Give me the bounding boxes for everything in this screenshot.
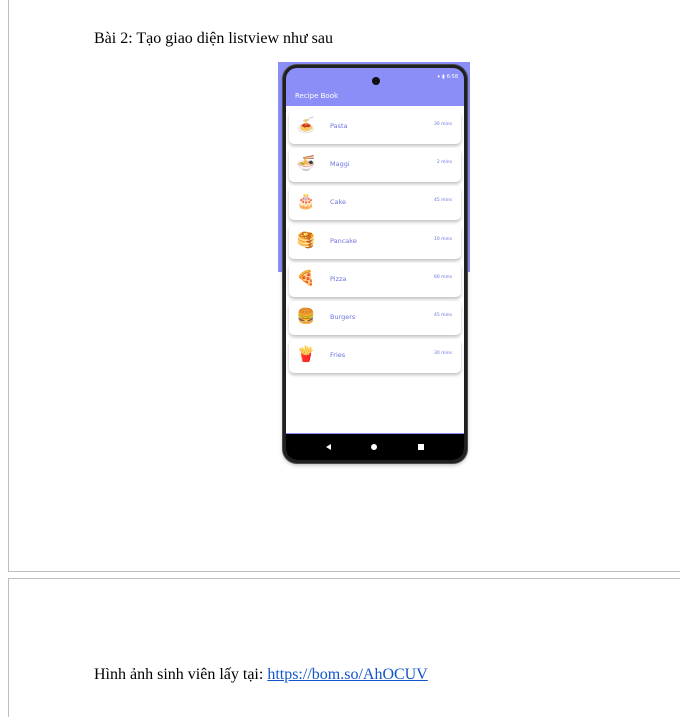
recipe-time: 45 mins [434, 313, 452, 318]
status-bar: ▾ ▮ 6:58 [437, 74, 458, 80]
recipe-name: Maggi [330, 160, 350, 169]
app-title: Recipe Book [295, 92, 339, 100]
burger-icon: 🍔 [296, 309, 316, 325]
table-cell-source [8, 578, 680, 717]
pasta-icon: 🍝 [296, 118, 316, 134]
exercise-heading: Bài 2: Tạo giao diện listview như sau [94, 30, 334, 47]
recipe-list-item[interactable]: 🍟 Fries 30 mins [289, 339, 461, 374]
source-prefix: Hình ảnh sinh viên lấy tại: [94, 666, 268, 683]
recipe-time: 2 mins [436, 160, 452, 166]
recipe-time: 30 mins [434, 351, 452, 357]
recipe-list-item[interactable]: 🍜 Maggi 2 mins [289, 148, 461, 183]
recipe-list-item[interactable]: 🎂 Cake 45 mins [289, 186, 461, 221]
camera-icon [372, 77, 380, 85]
recipe-time: 60 mins [434, 274, 452, 280]
recipe-name: Burgers [330, 313, 356, 321]
recipe-time: 30 mins [434, 122, 452, 127]
recipe-name: Pizza [330, 274, 347, 283]
wifi-icon: ▾ [437, 74, 440, 80]
maggi-icon: 🍜 [296, 156, 316, 173]
recipe-name: Pasta [330, 122, 348, 130]
recipe-name: Cake [330, 198, 347, 207]
home-icon[interactable] [371, 444, 378, 450]
image-source-line: Hình ảnh sinh viên lấy tại: https://bom.… [94, 666, 428, 684]
pizza-icon: 🍕 [296, 270, 316, 287]
recipe-time: 45 mins [434, 198, 452, 204]
navigation-bar [286, 434, 464, 460]
recents-icon[interactable] [417, 444, 424, 450]
recipe-list-item[interactable]: 🍔 Burgers 45 mins [289, 301, 461, 335]
recipe-time: 10 mins [434, 236, 452, 242]
recipe-list-item[interactable]: 🍕 Pizza 60 mins [289, 262, 461, 297]
battery-icon: ▮ [442, 74, 445, 80]
recipe-name: Fries [330, 351, 346, 360]
status-time: 6:58 [446, 74, 458, 80]
pancake-icon: 🥞 [296, 232, 316, 249]
recipe-list-item[interactable]: 🥞 Pancake 10 mins [289, 224, 461, 259]
back-icon[interactable] [326, 444, 332, 450]
cake-icon: 🎂 [296, 194, 316, 211]
recipe-name: Pancake [330, 236, 357, 245]
recipe-list[interactable]: 🍝 Pasta 30 mins 🍜 Maggi 2 mins 🎂 Cake 45 mins 🥞 Pa… [286, 106, 464, 433]
phone-mockup: ▾ ▮ 6:58 Recipe Book 🍝 Pasta 30 mins 🍜 Maggi… [283, 65, 467, 463]
source-link[interactable]: https://bom.so/AhOCUV [267, 666, 427, 683]
fries-icon: 🍟 [296, 347, 316, 364]
recipe-list-item[interactable]: 🍝 Pasta 30 mins [289, 110, 461, 144]
